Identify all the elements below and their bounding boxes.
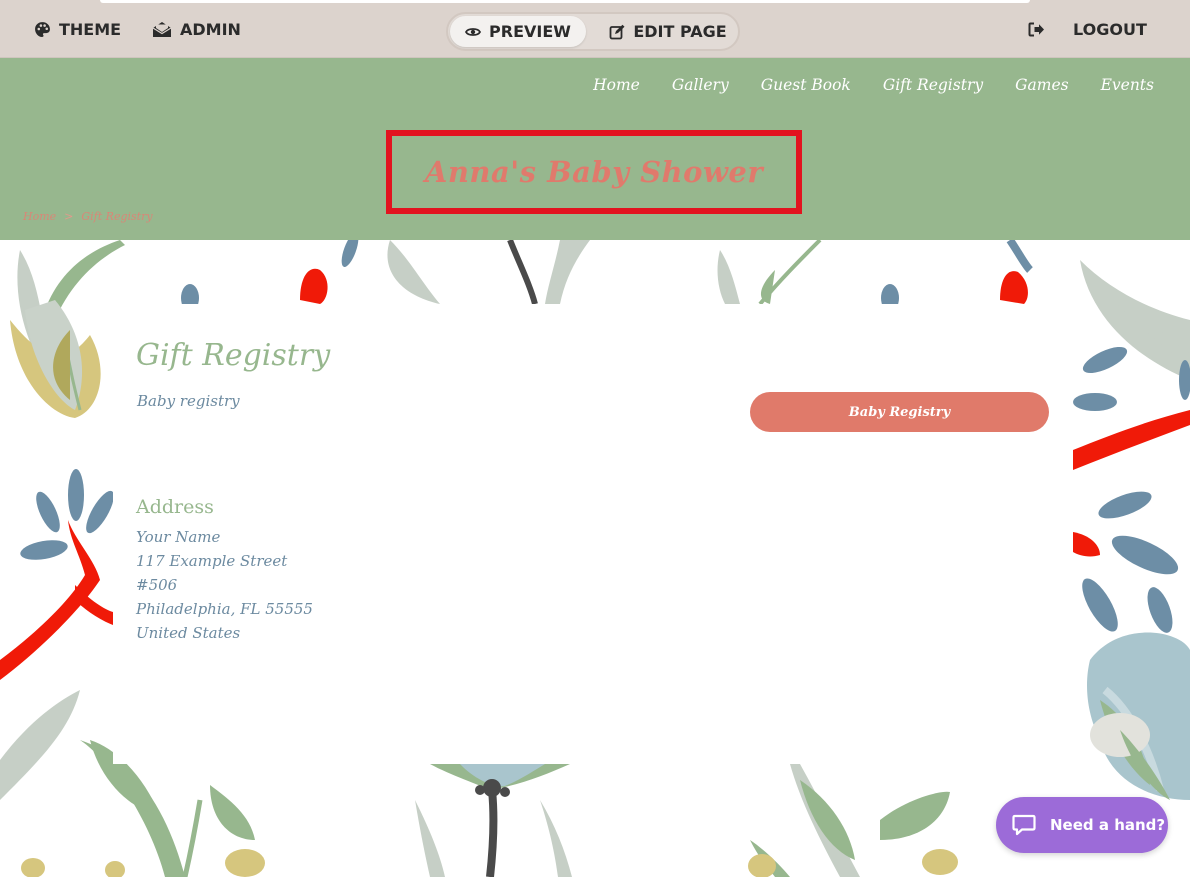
theme-label: THEME: [59, 19, 122, 39]
section-heading: Gift Registry: [136, 338, 331, 373]
help-chat-button[interactable]: Need a hand?: [996, 797, 1168, 853]
preview-label: PREVIEW: [489, 22, 571, 41]
nav-gift-registry[interactable]: Gift Registry: [883, 76, 983, 94]
theme-button[interactable]: THEME: [34, 0, 121, 58]
page-title: Anna's Baby Shower: [424, 155, 764, 189]
eye-icon: [465, 27, 482, 36]
logout-button[interactable]: LOGOUT: [1028, 0, 1147, 58]
envelope-open-icon: [152, 21, 172, 37]
baby-registry-button[interactable]: Baby Registry: [750, 392, 1049, 432]
help-label: Need a hand?: [1050, 816, 1166, 834]
view-mode-toggle: PREVIEW EDIT PAGE: [446, 12, 740, 51]
nav-games[interactable]: Games: [1015, 76, 1068, 94]
sign-out-icon: [1028, 22, 1044, 36]
address-line-street: 117 Example Street: [136, 552, 288, 570]
admin-label: ADMIN: [180, 19, 241, 39]
admin-bar: THEME ADMIN PREVIEW EDIT PAGE LOGOUT: [0, 0, 1190, 58]
main-nav: Home Gallery Guest Book Gift Registry Ga…: [593, 76, 1154, 94]
nav-home[interactable]: Home: [593, 76, 640, 94]
palette-icon: [35, 21, 50, 37]
chat-bubble-icon: [1012, 814, 1036, 836]
address-line-name: Your Name: [136, 528, 221, 546]
preview-button[interactable]: PREVIEW: [450, 16, 586, 47]
nav-events[interactable]: Events: [1101, 76, 1154, 94]
address-block: Your Name 117 Example Street #506 Philad…: [136, 525, 313, 645]
breadcrumb-home[interactable]: Home: [23, 210, 56, 223]
registry-description: Baby registry: [137, 392, 240, 410]
address-line-city: Philadelphia, FL 55555: [136, 600, 313, 618]
content-card: Gift Registry Baby registry Baby Registr…: [113, 304, 1073, 764]
address-heading: Address: [136, 496, 214, 518]
breadcrumb-separator: >: [64, 210, 74, 223]
admin-button[interactable]: ADMIN: [152, 0, 241, 58]
breadcrumb: Home > Gift Registry: [23, 210, 153, 223]
address-line-country: United States: [136, 624, 241, 642]
edit-icon: [609, 24, 625, 39]
site-header: Home Gallery Guest Book Gift Registry Ga…: [0, 58, 1190, 240]
edit-page-label: EDIT PAGE: [633, 22, 727, 41]
nav-gallery[interactable]: Gallery: [672, 76, 729, 94]
address-line-unit: #506: [136, 576, 178, 594]
nav-guest-book[interactable]: Guest Book: [761, 76, 851, 94]
title-highlight-box: Anna's Baby Shower: [386, 130, 802, 214]
logout-label: LOGOUT: [1073, 19, 1147, 39]
edit-page-button[interactable]: EDIT PAGE: [598, 16, 738, 47]
breadcrumb-current: Gift Registry: [81, 210, 153, 223]
